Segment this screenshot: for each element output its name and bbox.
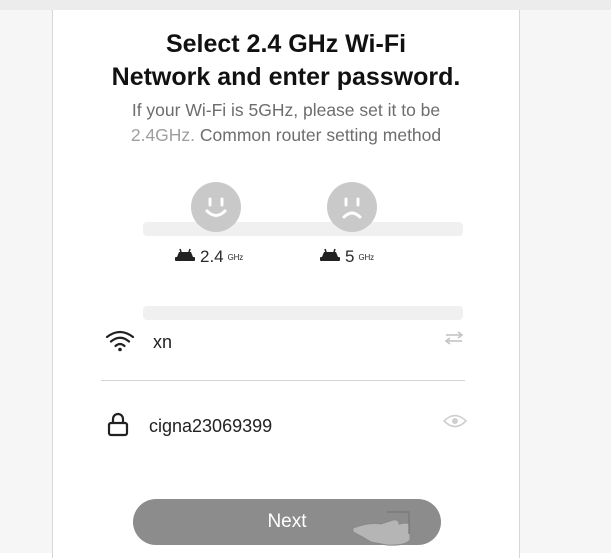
page-title: Select 2.4 GHz Wi-Fi Network and enter p… [53, 28, 519, 94]
frequency-number: 5 [345, 247, 355, 266]
frequency-number: 2.4 [200, 247, 224, 266]
top-strip [0, 0, 611, 10]
wifi-setup-card: Select 2.4 GHz Wi-Fi Network and enter p… [52, 10, 520, 558]
swap-icon[interactable] [443, 330, 465, 351]
wifi-icon [105, 328, 135, 357]
hand-pointer-icon [347, 498, 427, 553]
frequency-unit: GHz [227, 252, 244, 262]
router-icon [319, 247, 341, 267]
field-divider [101, 380, 465, 381]
eye-icon[interactable] [442, 413, 468, 434]
router-setting-method-link[interactable]: Common router setting method [200, 125, 441, 145]
frowning-face-icon [327, 182, 377, 232]
router-icon [174, 247, 196, 267]
password-field[interactable]: cigna23069399 [105, 408, 465, 444]
subtitle-prefix: 2.4GHz. [130, 125, 200, 145]
smiling-face-icon [191, 182, 241, 232]
page-subtitle: If your Wi-Fi is 5GHz, please set it to … [53, 98, 519, 148]
title-line-2: Network and enter password. [111, 63, 461, 91]
faded-band [143, 306, 463, 320]
wifi-ssid-value: xn [153, 331, 173, 352]
lock-icon [105, 411, 131, 442]
frequency-2-4ghz-label: 2.4 GHz [174, 247, 243, 267]
frequency-unit: GHz [358, 252, 374, 262]
wifi-network-field[interactable]: xn [105, 324, 465, 360]
title-line-1: Select 2.4 GHz Wi-Fi [165, 30, 407, 58]
subtitle-line-2: 2.4GHz. Common router setting method [53, 123, 519, 148]
password-value: cigna23069399 [149, 415, 273, 436]
subtitle-line-1: If your Wi-Fi is 5GHz, please set it to … [131, 100, 441, 120]
frequency-5ghz-label: 5 GHz [319, 247, 374, 267]
